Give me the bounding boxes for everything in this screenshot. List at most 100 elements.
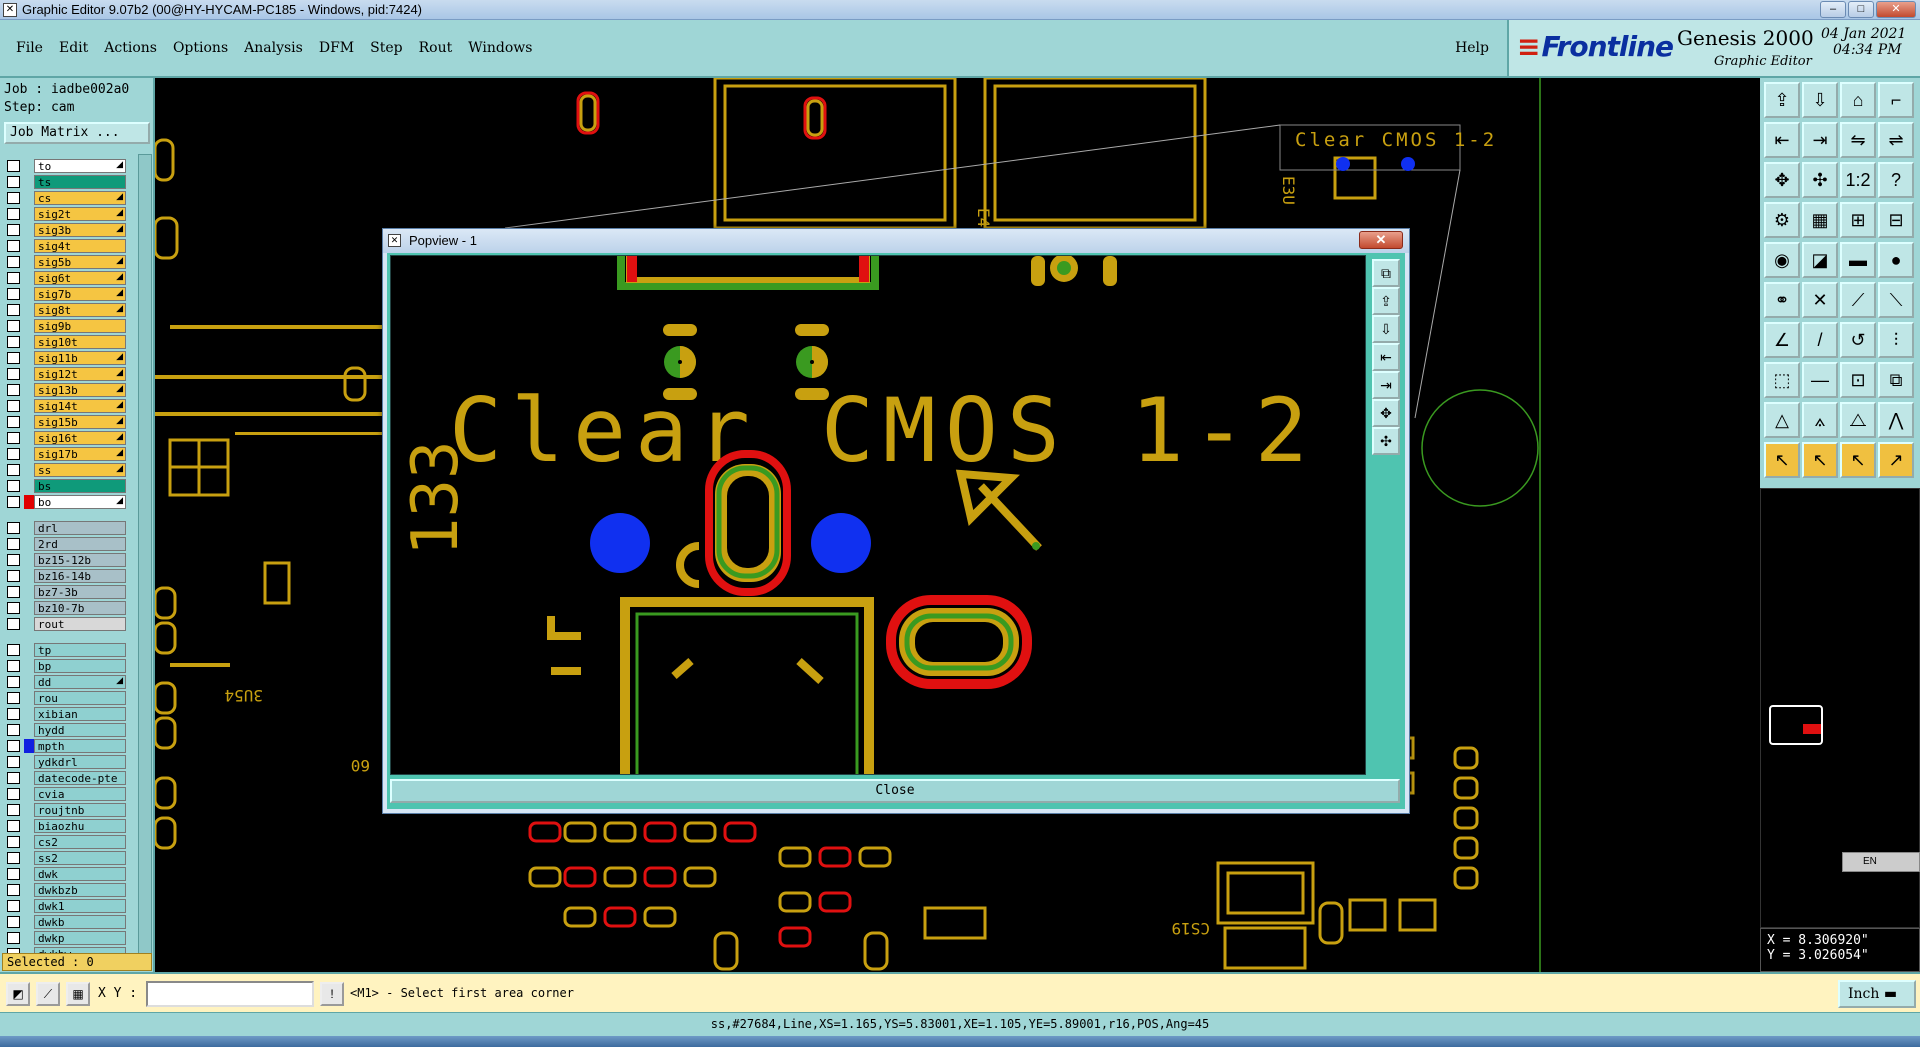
layer-checkbox[interactable] [7, 740, 20, 752]
help-icon[interactable]: ? [1878, 162, 1914, 198]
layer-name[interactable]: sig6t [34, 271, 126, 285]
layer-row[interactable]: sig15b ◢ [4, 414, 126, 430]
layer-row[interactable]: sig17b ◢ [4, 446, 126, 462]
layer-name[interactable]: dwkb [34, 915, 126, 929]
layer-checkbox[interactable] [7, 692, 20, 704]
layer-name[interactable]: cs2 [34, 835, 126, 849]
layer-checkbox[interactable] [7, 884, 20, 896]
layer-name[interactable]: sig16t [34, 431, 126, 445]
layer-row[interactable]: ss ◢ [4, 462, 126, 478]
layer-name[interactable]: cs [34, 191, 126, 205]
layer-name[interactable]: 2rd [34, 537, 126, 551]
layer-row[interactable]: dwkbzb [4, 882, 126, 898]
snap-off-icon[interactable]: ⊟ [1878, 202, 1914, 238]
menu-rout[interactable]: Rout [411, 40, 461, 56]
layer-name[interactable]: sig10t [34, 335, 126, 349]
select-tool-icon[interactable]: ◩ [6, 982, 30, 1006]
layer-checkbox[interactable] [7, 852, 20, 864]
layer-checkbox[interactable] [7, 522, 20, 534]
align-icon[interactable]: ⫶ [1878, 322, 1914, 358]
layer-checkbox[interactable] [7, 660, 20, 672]
pad-icon[interactable]: ● [1878, 242, 1914, 278]
layer-row[interactable]: sig10t [4, 334, 126, 350]
layer-row[interactable]: sig4t [4, 238, 126, 254]
layer-checkbox[interactable] [7, 416, 20, 428]
reset-icon[interactable]: ⌐ [1878, 82, 1914, 118]
grid-tool-icon[interactable]: ▦ [66, 982, 90, 1006]
layer-row[interactable]: drl [4, 520, 126, 536]
layer-row[interactable]: dd ◢ [4, 674, 126, 690]
layer-checkbox[interactable] [7, 644, 20, 656]
angle-icon[interactable]: ∠ [1764, 322, 1800, 358]
arc-icon[interactable]: ⟑ [1802, 402, 1838, 438]
layer-checkbox[interactable] [7, 464, 20, 476]
layer-checkbox[interactable] [7, 400, 20, 412]
layer-row[interactable]: dwk [4, 866, 126, 882]
layer-name[interactable]: sig14t [34, 399, 126, 413]
popview-pan-down-icon[interactable]: ⇩ [1372, 315, 1400, 343]
layer-checkbox[interactable] [7, 772, 20, 784]
layer-checkbox[interactable] [7, 272, 20, 284]
layer-name[interactable]: drl [34, 521, 126, 535]
layer-name[interactable]: dwkp [34, 931, 126, 945]
layer-name[interactable]: dwk [34, 867, 126, 881]
maximize-button[interactable]: □ [1848, 1, 1874, 18]
layer-name[interactable]: mpth [34, 739, 126, 753]
layer-row[interactable]: cs ◢ [4, 190, 126, 206]
layer-name[interactable]: sig2t [34, 207, 126, 221]
menu-actions[interactable]: Actions [96, 40, 165, 56]
layer-row[interactable]: roujtnb [4, 802, 126, 818]
scale-icon[interactable]: 1:2 [1840, 162, 1876, 198]
layer-row[interactable]: ts [4, 174, 126, 190]
layer-name[interactable]: bp [34, 659, 126, 673]
menu-windows[interactable]: Windows [460, 40, 540, 56]
popview-zoom-icon[interactable]: ✣ [1372, 427, 1400, 455]
layer-checkbox[interactable] [7, 554, 20, 566]
layer-checkbox[interactable] [7, 820, 20, 832]
menu-help[interactable]: Help [1455, 40, 1489, 56]
layer-name[interactable]: rout [34, 617, 126, 631]
layer-row[interactable]: cs2 [4, 834, 126, 850]
menu-file[interactable]: File [8, 40, 51, 56]
layer-name[interactable]: bs [34, 479, 126, 493]
layer-checkbox[interactable] [7, 176, 20, 188]
layer-row[interactable]: bz15-12b [4, 552, 126, 568]
layer-row[interactable]: sig6t ◢ [4, 270, 126, 286]
layer-name[interactable]: ss2 [34, 851, 126, 865]
layer-name[interactable]: xibian [34, 707, 126, 721]
rotate-icon[interactable]: ↺ [1840, 322, 1876, 358]
layer-checkbox[interactable] [7, 160, 20, 172]
layer-row[interactable]: sig5b ◢ [4, 254, 126, 270]
layer-checkbox[interactable] [7, 708, 20, 720]
job-matrix-button[interactable]: Job Matrix ... [4, 122, 150, 144]
layer-row[interactable]: ss2 [4, 850, 126, 866]
layer-name[interactable]: bo [34, 495, 126, 509]
triangle-icon[interactable]: △ [1764, 402, 1800, 438]
menu-edit[interactable]: Edit [51, 40, 96, 56]
layer-name[interactable]: sig17b [34, 447, 126, 461]
layer-row[interactable]: sig8t ◢ [4, 302, 126, 318]
delete-icon[interactable]: ✕ [1802, 282, 1838, 318]
grid-icon[interactable]: ▦ [1802, 202, 1838, 238]
layer-checkbox[interactable] [7, 602, 20, 614]
layer-row[interactable]: bs [4, 478, 126, 494]
mirror-icon[interactable]: ⇌ [1878, 122, 1914, 158]
pointer-move-icon[interactable]: ↗ [1878, 442, 1914, 478]
layer-row[interactable]: bp [4, 658, 126, 674]
layer-name[interactable]: sig7b [34, 287, 126, 301]
layer-row[interactable]: sig16t ◢ [4, 430, 126, 446]
layer-name[interactable]: sig11b [34, 351, 126, 365]
layer-row[interactable]: 2rd [4, 536, 126, 552]
snap-on-icon[interactable]: ⊞ [1840, 202, 1876, 238]
connect-icon[interactable]: ⚭ [1764, 282, 1800, 318]
layer-checkbox[interactable] [7, 240, 20, 252]
layer-name[interactable]: ss [34, 463, 126, 477]
pointer-alt-icon[interactable]: ↖ [1802, 442, 1838, 478]
polygon-icon[interactable]: ⧍ [1840, 402, 1876, 438]
home-icon[interactable]: ⌂ [1840, 82, 1876, 118]
layer-checkbox[interactable] [7, 432, 20, 444]
layer-name[interactable]: tp [34, 643, 126, 657]
layer-row[interactable]: hydd [4, 722, 126, 738]
pan-down-icon[interactable]: ⇩ [1802, 82, 1838, 118]
layer-row[interactable]: xibian [4, 706, 126, 722]
